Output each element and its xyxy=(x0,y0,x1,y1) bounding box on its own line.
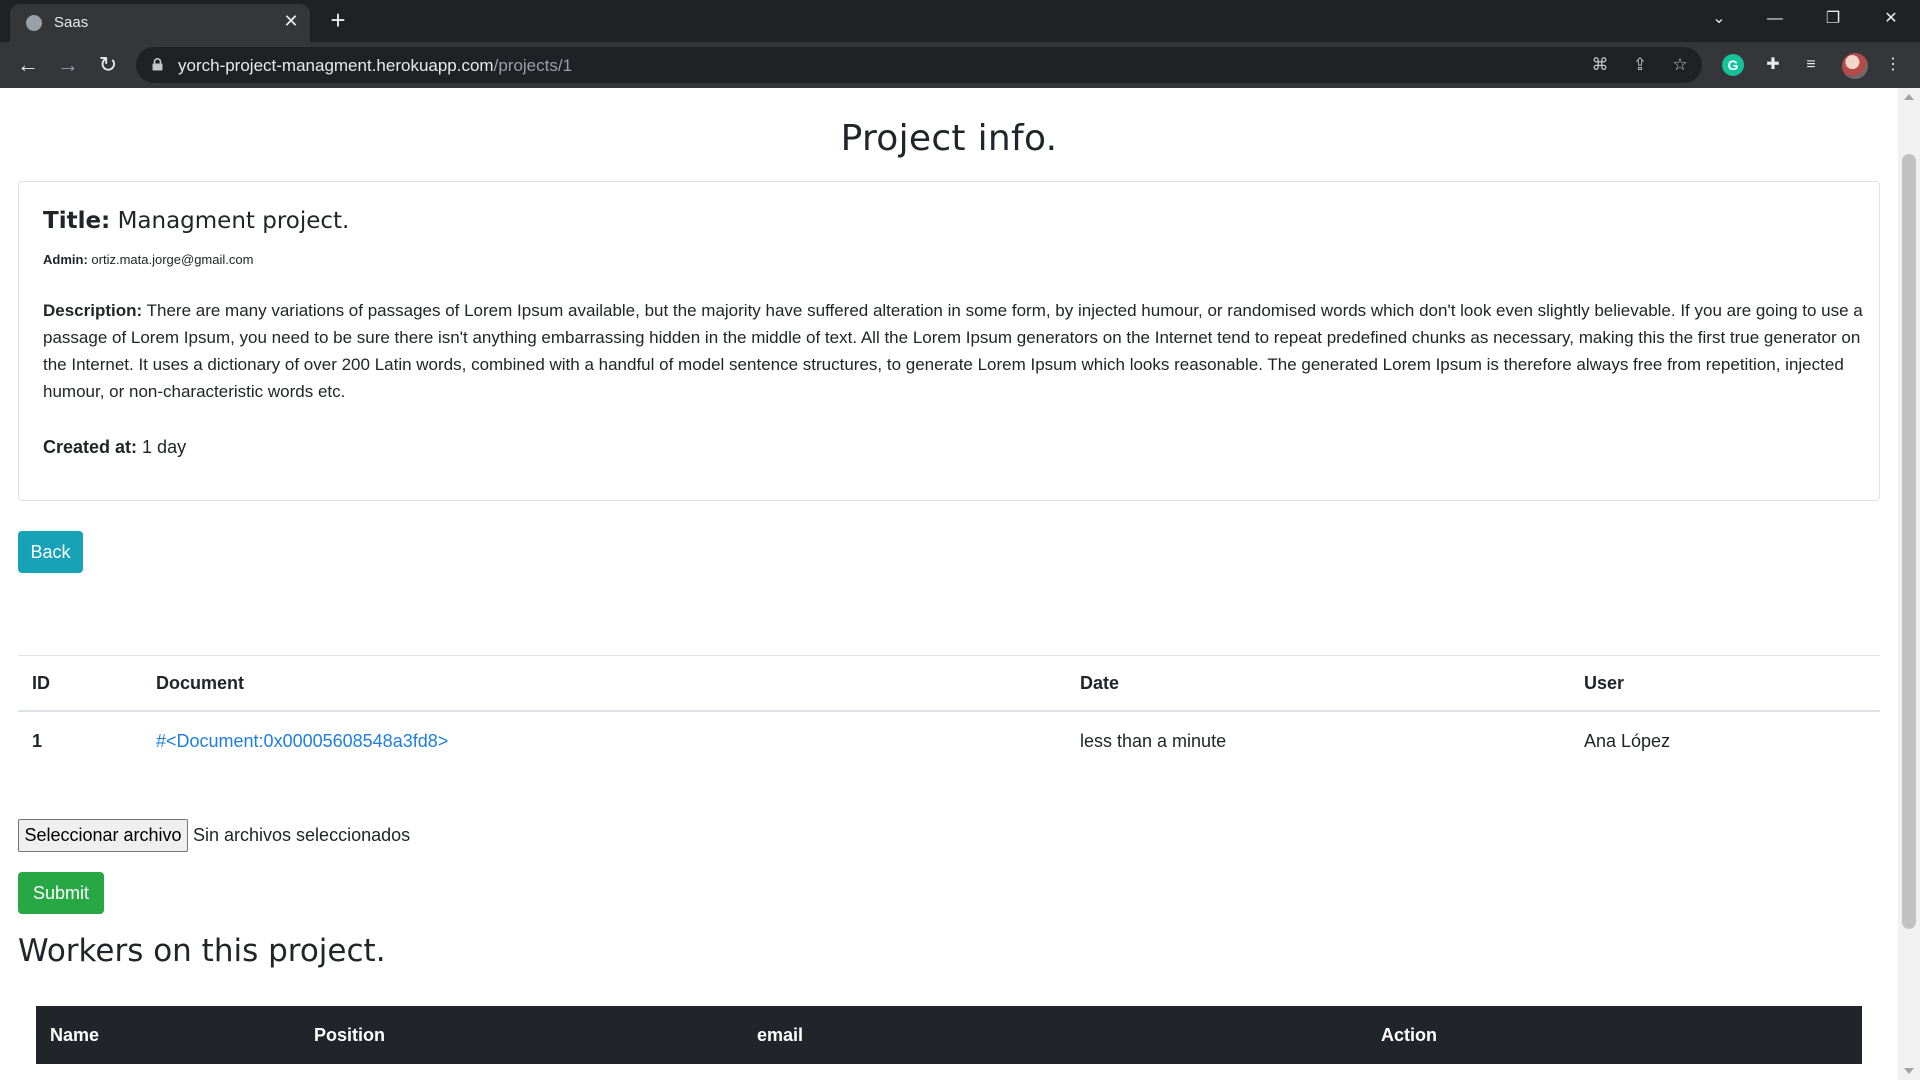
file-status-text: Sin archivos seleccionados xyxy=(193,825,411,845)
minimize-icon[interactable]: — xyxy=(1752,4,1798,34)
column-header-email: email xyxy=(743,1006,1367,1064)
profile-avatar[interactable] xyxy=(1842,53,1868,79)
column-header-name: Name xyxy=(36,1006,300,1064)
scroll-down-arrow-icon[interactable] xyxy=(1904,1068,1914,1074)
document-id: 1 xyxy=(32,730,43,751)
page-title: Project info. xyxy=(840,118,1058,159)
browser-chrome: Saas ✕ + ⌄ — ❐ ✕ ← → ↻ yorch-project-man… xyxy=(0,0,1920,88)
project-title: Title: Managment project. xyxy=(43,208,349,234)
column-header-user: User xyxy=(1570,655,1880,712)
project-created-at: Created at: 1 day xyxy=(43,437,186,458)
documents-table: ID Document Date User 1 #<Document:0x000… xyxy=(18,655,1880,770)
close-window-icon[interactable]: ✕ xyxy=(1868,4,1914,34)
restore-icon[interactable]: ❐ xyxy=(1810,4,1856,34)
back-arrow-icon[interactable]: ← xyxy=(14,51,42,79)
media-control-icon[interactable]: ≡ xyxy=(1800,54,1822,76)
document-date: less than a minute xyxy=(1080,730,1227,751)
back-button[interactable]: Back xyxy=(18,531,83,573)
document-link[interactable]: #<Document:0x00005608548a3fd8> xyxy=(156,731,448,751)
workers-table: Name Position email Action xyxy=(36,1006,1862,1064)
table-row: 1 #<Document:0x00005608548a3fd8> less th… xyxy=(18,711,1880,770)
tab-search-icon[interactable]: ⌄ xyxy=(1696,4,1742,34)
project-title-value: Managment project. xyxy=(117,208,350,234)
admin-value: ortiz.mata.jorge@gmail.com xyxy=(91,252,254,267)
forward-arrow-icon[interactable]: → xyxy=(54,51,82,79)
grammarly-icon[interactable]: G xyxy=(1722,54,1744,76)
column-header-document: Document xyxy=(142,655,1066,712)
project-admin: Admin: ortiz.mata.jorge@gmail.com xyxy=(43,252,253,267)
project-description: Description: There are many variations o… xyxy=(43,297,1863,405)
created-label: Created at: xyxy=(43,437,138,457)
column-header-id: ID xyxy=(18,655,142,712)
description-label: Description: xyxy=(43,301,143,320)
project-info-card: Title: Managment project. Admin: ortiz.m… xyxy=(18,181,1880,501)
address-bar[interactable]: yorch-project-managment.herokuapp.com/pr… xyxy=(136,47,1702,83)
documents-header-row: ID Document Date User xyxy=(18,655,1880,712)
column-header-position: Position xyxy=(300,1006,743,1064)
close-tab-icon[interactable]: ✕ xyxy=(280,10,302,32)
new-tab-icon[interactable]: + xyxy=(324,6,352,34)
tab-strip: Saas ✕ + ⌄ — ❐ ✕ xyxy=(0,0,1920,42)
description-value: There are many variations of passages of… xyxy=(43,301,1863,401)
workers-heading: Workers on this project. xyxy=(18,933,386,969)
globe-icon xyxy=(26,15,42,31)
url-text: yorch-project-managment.herokuapp.com/pr… xyxy=(178,56,573,75)
document-user: Ana López xyxy=(1584,730,1671,751)
translate-icon[interactable]: ⌘ xyxy=(1590,55,1610,75)
scrollbar-thumb[interactable] xyxy=(1902,154,1916,929)
scroll-up-arrow-icon[interactable] xyxy=(1904,94,1914,100)
submit-button[interactable]: Submit xyxy=(18,872,104,914)
extensions-puzzle-icon[interactable]: ✚ xyxy=(1762,54,1784,76)
share-icon[interactable]: ⇪ xyxy=(1630,55,1650,75)
column-header-action: Action xyxy=(1367,1006,1862,1064)
bookmark-star-icon[interactable]: ☆ xyxy=(1670,55,1690,75)
project-title-label: Title: xyxy=(43,208,111,234)
admin-label: Admin: xyxy=(43,252,88,267)
column-header-date: Date xyxy=(1066,655,1570,712)
kebab-menu-icon[interactable]: ⋮ xyxy=(1882,54,1904,76)
tab-title: Saas xyxy=(54,14,89,31)
lock-icon xyxy=(152,58,163,71)
workers-header-row: Name Position email Action xyxy=(36,1006,1862,1064)
created-value: 1 day xyxy=(142,437,187,457)
reload-icon[interactable]: ↻ xyxy=(94,51,122,79)
page-content: Project info. Title: Managment project. … xyxy=(0,88,1898,1080)
choose-file-button[interactable]: Seleccionar archivo xyxy=(18,819,188,852)
browser-toolbar: ← → ↻ yorch-project-managment.herokuapp.… xyxy=(0,42,1920,88)
browser-tab[interactable]: Saas ✕ xyxy=(10,4,310,42)
page-scrollbar[interactable] xyxy=(1898,88,1920,1080)
